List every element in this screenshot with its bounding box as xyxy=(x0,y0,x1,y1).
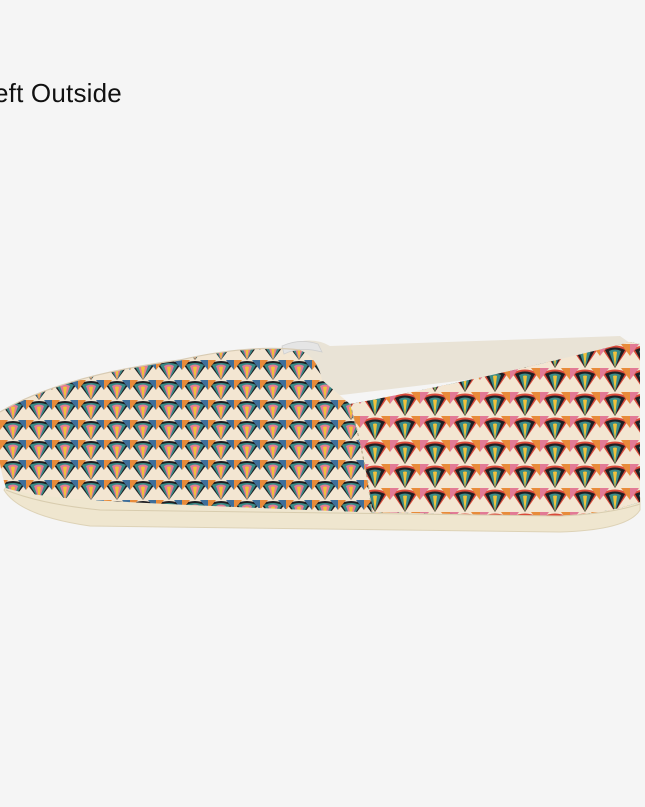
view-label: eft Outside xyxy=(0,78,122,108)
shoe-image xyxy=(0,336,641,533)
product-canvas: eft Outside xyxy=(0,0,645,807)
